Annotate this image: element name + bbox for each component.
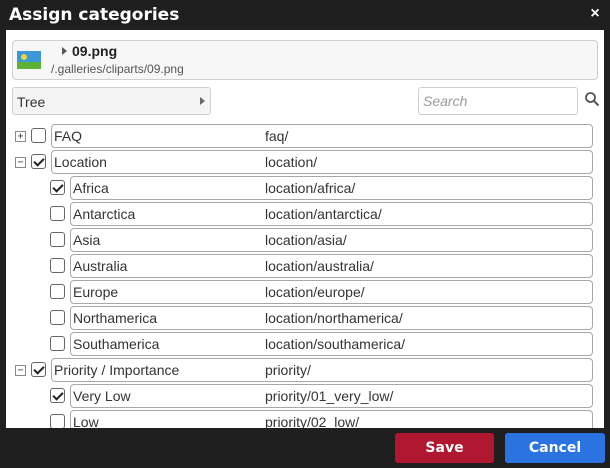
view-mode-label: Tree xyxy=(17,94,46,110)
category-checkbox[interactable] xyxy=(50,258,65,273)
tree-row: Very Low priority/01_very_low/ xyxy=(6,383,604,409)
category-slug: priority/01_very_low/ xyxy=(265,388,394,404)
tree-row: Australia location/australia/ xyxy=(6,253,604,279)
category-slug: priority/ xyxy=(265,362,311,378)
dialog-footer: Save Cancel xyxy=(0,428,610,468)
tree-row: Asia location/asia/ xyxy=(6,227,604,253)
category-checkbox[interactable] xyxy=(50,388,65,403)
category-slug: priority/02_low/ xyxy=(265,414,360,428)
save-button[interactable]: Save xyxy=(395,433,494,463)
tree-row: Northamerica location/northamerica/ xyxy=(6,305,604,331)
dialog-body: 09.png /.galleries/cliparts/09.png Tree … xyxy=(6,30,604,428)
category-field[interactable]: Northamerica location/northamerica/ xyxy=(70,306,593,330)
category-slug: faq/ xyxy=(265,128,289,144)
category-name: Very Low xyxy=(73,388,131,404)
file-info: 09.png /.galleries/cliparts/09.png xyxy=(12,40,598,80)
image-file-icon xyxy=(17,51,41,69)
category-name: Antarctica xyxy=(73,206,136,222)
chevron-right-icon xyxy=(200,97,205,105)
category-checkbox[interactable] xyxy=(50,180,65,195)
category-name: Europe xyxy=(73,284,119,300)
category-field[interactable]: FAQ faq/ xyxy=(51,124,593,148)
category-checkbox[interactable] xyxy=(31,362,46,377)
category-name: FAQ xyxy=(54,128,83,144)
tree-row: − Location location/ xyxy=(6,149,604,175)
category-field[interactable]: Southamerica location/southamerica/ xyxy=(70,332,593,356)
category-checkbox[interactable] xyxy=(50,336,65,351)
category-field[interactable]: Europe location/europe/ xyxy=(70,280,593,304)
category-checkbox[interactable] xyxy=(31,128,46,143)
category-name: Priority / Importance xyxy=(54,362,180,378)
category-field[interactable]: Africa location/africa/ xyxy=(70,176,593,200)
category-tree: + FAQ faq/ − Location location/Africa location… xyxy=(6,123,604,428)
category-checkbox[interactable] xyxy=(50,310,65,325)
tree-row: Low priority/02_low/ xyxy=(6,409,604,428)
category-field[interactable]: Low priority/02_low/ xyxy=(70,410,593,428)
category-slug: location/africa/ xyxy=(265,180,356,196)
category-checkbox[interactable] xyxy=(50,414,65,428)
category-field[interactable]: Very Low priority/01_very_low/ xyxy=(70,384,593,408)
search-input[interactable] xyxy=(418,87,578,115)
file-expand-icon[interactable] xyxy=(62,47,67,55)
category-slug: location/northamerica/ xyxy=(265,310,403,326)
category-name: Africa xyxy=(73,180,109,196)
category-slug: location/ xyxy=(265,154,318,170)
expand-icon[interactable]: + xyxy=(15,131,26,142)
category-slug: location/australia/ xyxy=(265,258,374,274)
category-field[interactable]: Antarctica location/antarctica/ xyxy=(70,202,593,226)
cancel-button[interactable]: Cancel xyxy=(505,433,605,463)
assign-categories-dialog: Assign categories × 09.png /.galleries/c… xyxy=(0,0,610,468)
collapse-icon[interactable]: − xyxy=(15,365,26,376)
tree-row: Europe location/europe/ xyxy=(6,279,604,305)
category-field[interactable]: Priority / Importance priority/ xyxy=(51,358,593,382)
category-name: Northamerica xyxy=(73,310,158,326)
tree-row: Antarctica location/antarctica/ xyxy=(6,201,604,227)
category-slug: location/antarctica/ xyxy=(265,206,382,222)
tree-row: Southamerica location/southamerica/ xyxy=(6,331,604,357)
dialog-title: Assign categories xyxy=(9,5,180,25)
tree-row: − Priority / Importance priority/ xyxy=(6,357,604,383)
category-slug: location/europe/ xyxy=(265,284,365,300)
category-checkbox[interactable] xyxy=(50,284,65,299)
category-slug: location/southamerica/ xyxy=(265,336,406,352)
category-checkbox[interactable] xyxy=(50,206,65,221)
search-icon[interactable] xyxy=(584,91,600,107)
tree-row: Africa location/africa/ xyxy=(6,175,604,201)
close-icon[interactable]: × xyxy=(586,5,604,23)
collapse-icon[interactable]: − xyxy=(15,157,26,168)
category-name: Southamerica xyxy=(73,336,160,352)
category-checkbox[interactable] xyxy=(50,232,65,247)
tree-row: + FAQ faq/ xyxy=(6,123,604,149)
category-name: Australia xyxy=(73,258,128,274)
category-slug: location/asia/ xyxy=(265,232,347,248)
file-name: 09.png xyxy=(72,43,118,59)
category-field[interactable]: Australia location/australia/ xyxy=(70,254,593,278)
category-name: Low xyxy=(73,414,99,428)
view-mode-select[interactable]: Tree xyxy=(12,87,211,115)
category-checkbox[interactable] xyxy=(31,154,46,169)
dialog-titlebar: Assign categories × xyxy=(0,0,610,30)
category-field[interactable]: Asia location/asia/ xyxy=(70,228,593,252)
category-name: Asia xyxy=(73,232,101,248)
category-field[interactable]: Location location/ xyxy=(51,150,593,174)
file-path: /.galleries/cliparts/09.png xyxy=(51,62,184,76)
category-name: Location xyxy=(54,154,107,170)
